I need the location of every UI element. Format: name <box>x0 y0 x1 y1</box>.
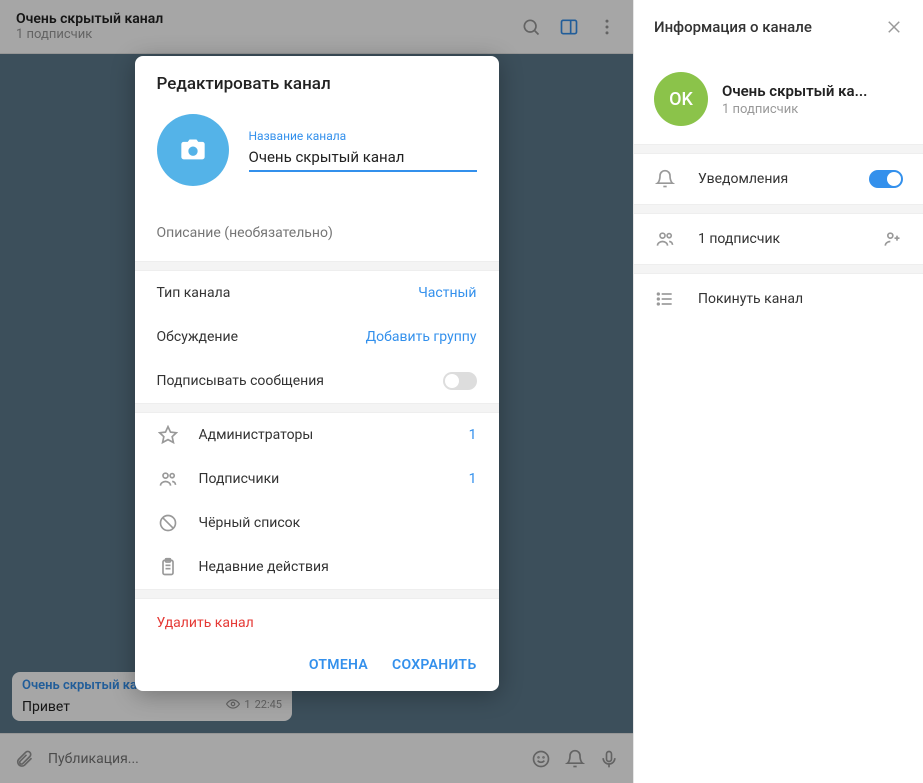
save-button[interactable]: СОХРАНИТЬ <box>392 657 476 673</box>
bell-icon <box>654 169 676 189</box>
star-icon <box>157 425 179 445</box>
notifications-label: Уведомления <box>698 171 847 187</box>
description-input[interactable] <box>157 225 477 241</box>
discussion-value: Добавить группу <box>366 329 477 345</box>
recent-actions-row[interactable]: Недавние действия <box>135 545 499 589</box>
subscribers-count: 1 <box>469 471 477 487</box>
people-icon <box>654 229 676 249</box>
discussion-row[interactable]: Обсуждение Добавить группу <box>135 315 499 359</box>
channel-type-value: Частный <box>418 285 476 301</box>
ban-icon <box>157 513 179 533</box>
channel-type-label: Тип канала <box>157 285 419 301</box>
name-field-label: Название канала <box>249 129 477 143</box>
recent-actions-label: Недавние действия <box>199 559 477 575</box>
avatar: OK <box>654 72 708 126</box>
leave-channel-row[interactable]: Покинуть канал <box>634 274 923 324</box>
dialog-title: Редактировать канал <box>135 56 499 108</box>
admins-row[interactable]: Администраторы 1 <box>135 413 499 457</box>
clipboard-icon <box>157 557 179 577</box>
channel-type-row[interactable]: Тип канала Частный <box>135 271 499 315</box>
list-icon <box>654 289 676 309</box>
subscribers-row[interactable]: Подписчики 1 <box>135 457 499 501</box>
blacklist-label: Чёрный список <box>199 515 477 531</box>
admins-label: Администраторы <box>199 427 469 443</box>
sign-messages-row[interactable]: Подписывать сообщения <box>135 359 499 403</box>
subscribers-list-label: 1 подписчик <box>698 231 859 247</box>
notifications-row[interactable]: Уведомления <box>634 154 923 204</box>
add-user-icon[interactable] <box>881 229 903 249</box>
channel-photo-button[interactable] <box>157 114 229 186</box>
close-icon[interactable] <box>885 18 903 36</box>
edit-channel-dialog: Редактировать канал Название канала <box>135 56 499 691</box>
channel-profile[interactable]: OK Очень скрытый ка... 1 подписчик <box>634 54 923 144</box>
sign-messages-label: Подписывать сообщения <box>157 373 443 389</box>
blacklist-row[interactable]: Чёрный список <box>135 501 499 545</box>
modal-overlay[interactable]: Редактировать канал Название канала <box>0 0 633 783</box>
discussion-label: Обсуждение <box>157 329 366 345</box>
channel-name-input[interactable] <box>249 146 477 172</box>
delete-channel-button[interactable]: Удалить канал <box>135 599 499 647</box>
camera-icon <box>179 136 207 164</box>
leave-channel-label: Покинуть канал <box>698 291 903 307</box>
sidebar-title: Информация о канале <box>654 18 812 36</box>
subscriber-count: 1 подписчик <box>722 102 867 117</box>
admins-count: 1 <box>469 427 477 443</box>
notifications-toggle[interactable] <box>869 170 903 188</box>
channel-name: Очень скрытый ка... <box>722 82 867 100</box>
cancel-button[interactable]: ОТМЕНА <box>309 657 368 673</box>
people-icon <box>157 469 179 489</box>
subscribers-label: Подписчики <box>199 471 469 487</box>
subscribers-list-row[interactable]: 1 подписчик <box>634 214 923 264</box>
sign-messages-toggle[interactable] <box>443 372 477 390</box>
info-sidebar: Информация о канале OK Очень скрытый ка.… <box>633 0 923 783</box>
